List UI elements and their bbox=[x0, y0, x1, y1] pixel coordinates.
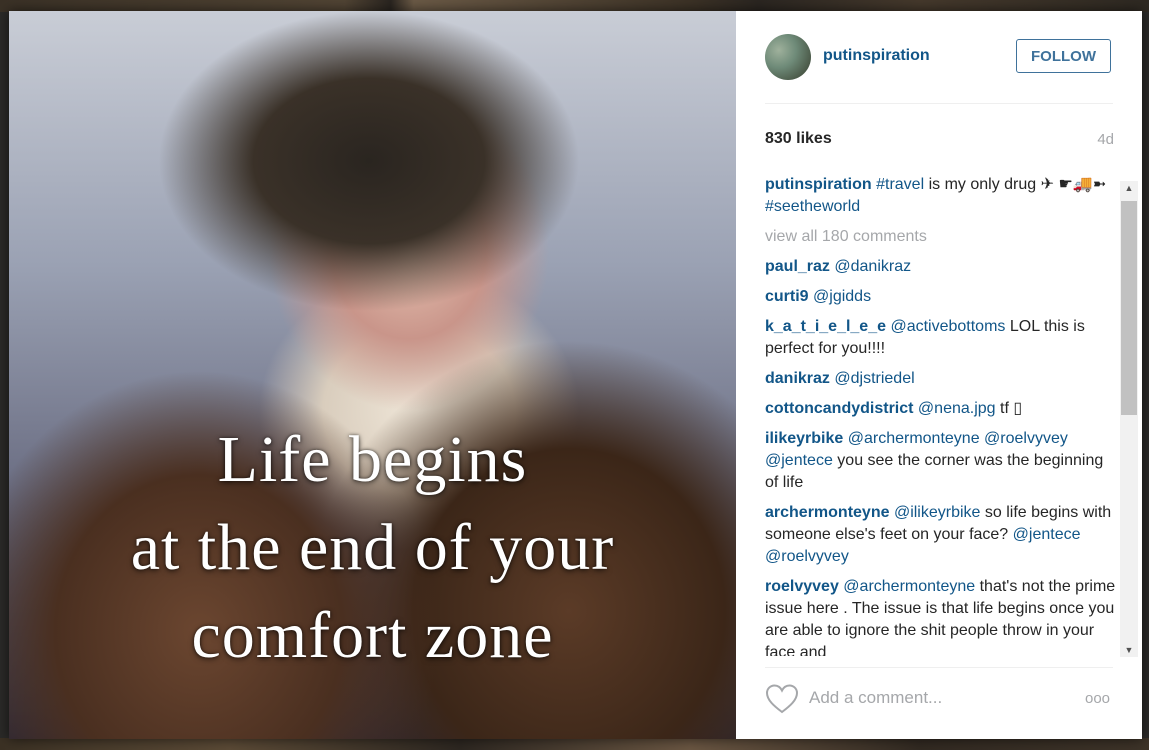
comment-author-link[interactable]: archermonteyne bbox=[765, 504, 890, 521]
post-modal: Life begins at the end of your comfort z… bbox=[9, 11, 1142, 739]
caption-text: is my only drug ✈ bbox=[924, 176, 1059, 193]
comment-author-link[interactable]: ilikeyrbike bbox=[765, 430, 843, 447]
scroll-down-arrow-icon[interactable]: ▼ bbox=[1120, 643, 1138, 657]
post-header: putinspiration FOLLOW bbox=[765, 34, 1113, 80]
background-photo-strip-bottom bbox=[0, 738, 1149, 750]
mention-link[interactable]: @jgidds bbox=[813, 288, 871, 305]
follow-button[interactable]: FOLLOW bbox=[1016, 39, 1111, 73]
post-sidebar: putinspiration FOLLOW 830 likes 4d putin… bbox=[736, 11, 1142, 739]
comment-item: ilikeyrbike @archermonteyne @roelvyvey @… bbox=[765, 428, 1117, 494]
caption: putinspiration #travel is my only drug ✈… bbox=[765, 174, 1117, 218]
mention-link[interactable]: @nena.jpg bbox=[918, 400, 996, 417]
comment-author-link[interactable]: roelvyvey bbox=[765, 578, 839, 595]
mention-link[interactable]: @danikraz bbox=[834, 258, 911, 275]
comment-item: cottoncandydistrict @nena.jpg tf ▯ bbox=[765, 398, 1117, 420]
divider bbox=[765, 103, 1113, 104]
likes-count[interactable]: 830 likes bbox=[765, 130, 832, 148]
avatar[interactable] bbox=[765, 34, 811, 80]
hashtag-link[interactable]: #seetheworld bbox=[765, 198, 860, 215]
comment-text: tf ▯ bbox=[995, 400, 1023, 417]
caption-author-link[interactable]: putinspiration bbox=[765, 176, 872, 193]
comment-author-link[interactable]: cottoncandydistrict bbox=[765, 400, 913, 417]
comment-item: k_a_t_i_e_l_e_e @activebottoms LOL this … bbox=[765, 316, 1117, 360]
photo-caption-line-1: Life begins bbox=[217, 423, 528, 496]
comment-item: danikraz @djstriedel bbox=[765, 368, 1117, 390]
photo-caption-line-2: at the end of your bbox=[130, 511, 615, 584]
comment-item: curti9 @jgidds bbox=[765, 286, 1117, 308]
comment-bar: ooo bbox=[765, 681, 1115, 717]
view-all-comments-link[interactable]: view all 180 comments bbox=[765, 226, 1117, 248]
comment-author-link[interactable]: curti9 bbox=[765, 288, 809, 305]
post-photo[interactable]: Life begins at the end of your comfort z… bbox=[9, 11, 736, 739]
heart-icon[interactable] bbox=[765, 683, 799, 715]
comment-item: roelvyvey @archermonteyne that's not the… bbox=[765, 576, 1117, 656]
comment-item: paul_raz @danikraz bbox=[765, 256, 1117, 278]
comment-author-link[interactable]: danikraz bbox=[765, 370, 830, 387]
comment-author-link[interactable]: k_a_t_i_e_l_e_e bbox=[765, 318, 886, 335]
post-timestamp[interactable]: 4d bbox=[1097, 131, 1114, 148]
divider bbox=[765, 667, 1113, 668]
comments-list: putinspiration #travel is my only drug ✈… bbox=[765, 174, 1117, 656]
more-options-icon[interactable]: ooo bbox=[1085, 691, 1115, 706]
comment-author-link[interactable]: paul_raz bbox=[765, 258, 830, 275]
add-comment-input[interactable] bbox=[809, 685, 1049, 711]
scroll-up-arrow-icon[interactable]: ▲ bbox=[1120, 181, 1138, 195]
photo-caption-line-3: comfort zone bbox=[191, 599, 554, 672]
hashtag-link[interactable]: #travel bbox=[876, 176, 924, 193]
photo-overlay-text: Life begins at the end of your comfort z… bbox=[9, 416, 736, 680]
comments-scrollbar[interactable]: ▲ ▼ bbox=[1120, 181, 1138, 657]
mention-link[interactable]: @archermonteyne bbox=[843, 578, 975, 595]
caption-emojis: ☛🚚➼ bbox=[1058, 176, 1107, 193]
comment-item: archermonteyne @ilikeyrbike so life begi… bbox=[765, 502, 1117, 568]
mention-link[interactable]: @ilikeyrbike bbox=[894, 504, 980, 521]
mention-link[interactable]: @activebottoms bbox=[890, 318, 1005, 335]
mention-link[interactable]: @djstriedel bbox=[834, 370, 914, 387]
username-link[interactable]: putinspiration bbox=[823, 47, 930, 65]
scrollbar-thumb[interactable] bbox=[1121, 201, 1137, 415]
